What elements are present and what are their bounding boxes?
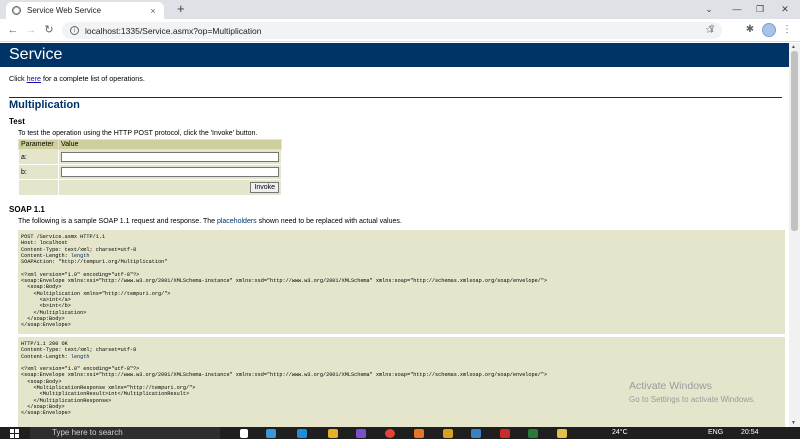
activate-windows-watermark: Activate Windows Go to Settings to activ…: [629, 380, 755, 404]
page-scrollbar[interactable]: ▲ ▼: [789, 43, 800, 427]
page-title: Service: [9, 46, 63, 63]
maximize-button[interactable]: ❐: [751, 1, 769, 17]
operations-list-link[interactable]: here: [27, 74, 41, 83]
search-placeholder: Type here to search: [52, 428, 123, 437]
column-header-value: Value: [58, 139, 282, 150]
page-banner: Service: [0, 43, 789, 67]
visual-studio-icon[interactable]: [356, 429, 366, 438]
clock-time[interactable]: 20:54: [741, 428, 759, 438]
file-explorer-icon[interactable]: [328, 429, 338, 438]
param-row-a: a:: [18, 149, 282, 165]
taskbar-app-icon[interactable]: [266, 429, 276, 438]
close-window-button[interactable]: ✕: [776, 1, 794, 17]
profile-avatar[interactable]: [762, 23, 776, 37]
tab-service-web-service[interactable]: ◯ Service Web Service ×: [6, 2, 164, 19]
menu-icon[interactable]: ⋮: [781, 24, 793, 36]
start-icon[interactable]: [10, 429, 19, 438]
windows-taskbar: Type here to search 24°C ENG 20:54: [0, 427, 800, 439]
taskbar-search-box[interactable]: Type here to search: [30, 427, 220, 439]
tab-close-icon[interactable]: ×: [148, 6, 158, 16]
taskbar-app-icon-7[interactable]: [557, 429, 567, 438]
scroll-down-icon[interactable]: ▼: [791, 420, 796, 426]
column-header-parameter: Parameter: [18, 139, 59, 150]
param-cell-a: [58, 149, 282, 165]
divider: [9, 97, 782, 98]
address-bar[interactable]: i localhost:1335/Service.asmx?op=Multipl…: [62, 22, 722, 39]
tab-search-icon[interactable]: ⌄: [700, 1, 718, 17]
response-line: </soap:Envelope>: [21, 410, 71, 417]
new-tab-button[interactable]: +: [177, 2, 185, 16]
task-view-icon[interactable]: [240, 429, 248, 438]
soap-description: The following is a sample SOAP 1.1 reque…: [18, 218, 402, 225]
browser-toolbar: ← → ↻ i localhost:1335/Service.asmx?op=M…: [0, 19, 800, 42]
taskbar-app-icon-5[interactable]: [500, 429, 510, 438]
taskbar-app-icon-2[interactable]: [414, 429, 424, 438]
table-header-row: Parameter Value: [18, 139, 282, 150]
watermark-subtitle: Go to Settings to activate Windows.: [629, 395, 756, 404]
intro-after: for a complete list of operations.: [40, 74, 145, 83]
forward-icon[interactable]: →: [24, 23, 38, 37]
url-text: localhost:1335/Service.asmx?op=Multiplic…: [85, 25, 262, 36]
intro-text: Click here for a complete list of operat…: [9, 74, 145, 83]
param-cell-b: [58, 164, 282, 180]
invoke-cell: Invoke: [58, 179, 282, 196]
share-icon[interactable]: ⇪: [706, 24, 718, 36]
soap-text-after: shown need to be replaced with actual va…: [256, 218, 402, 225]
extensions-icon[interactable]: ✱: [744, 24, 756, 36]
param-a-input[interactable]: [61, 152, 279, 162]
placeholder-value: length: [70, 252, 90, 259]
param-b-input[interactable]: [61, 167, 279, 177]
edge-icon[interactable]: [297, 429, 307, 438]
invoke-row: Invoke: [18, 179, 282, 196]
scrollbar-thumb[interactable]: [791, 51, 798, 231]
minimize-button[interactable]: —: [728, 1, 746, 17]
param-row-b: b:: [18, 164, 282, 180]
language-indicator[interactable]: ENG: [708, 428, 723, 438]
test-heading: Test: [9, 117, 25, 126]
param-label-b: b:: [18, 164, 59, 180]
tab-title: Service Web Service: [27, 6, 102, 15]
param-label-a: a:: [18, 149, 59, 165]
soap-text-before: The following is a sample SOAP 1.1 reque…: [18, 218, 217, 225]
operation-title: Multiplication: [9, 99, 80, 111]
soap-heading: SOAP 1.1: [9, 205, 45, 214]
empty-cell: [18, 179, 59, 196]
browser-window: ◯ Service Web Service × + ⌄ — ❐ ✕ ← → ↻ …: [0, 0, 800, 439]
reload-icon[interactable]: ↻: [42, 23, 56, 37]
intro-before: Click: [9, 74, 27, 83]
request-line: </soap:Envelope>: [21, 322, 71, 329]
scroll-up-icon[interactable]: ▲: [791, 44, 796, 50]
placeholder-value: length: [70, 353, 90, 360]
invoke-button[interactable]: Invoke: [250, 182, 279, 193]
back-icon[interactable]: ←: [6, 23, 20, 37]
taskbar-app-icon-6[interactable]: [528, 429, 538, 438]
tab-strip: ◯ Service Web Service × + ⌄ — ❐ ✕: [0, 0, 800, 19]
placeholders-term: placeholders: [216, 218, 257, 225]
site-info-icon[interactable]: i: [70, 26, 79, 35]
weather-text[interactable]: 24°C: [612, 428, 628, 438]
taskbar-app-icon-3[interactable]: [443, 429, 453, 438]
parameters-table: Parameter Value a: b: Invoke: [18, 139, 282, 196]
page-content: Service Click here for a complete list o…: [0, 43, 789, 427]
taskbar-app-icon-4[interactable]: [471, 429, 481, 438]
watermark-title: Activate Windows: [629, 380, 712, 392]
chrome-icon[interactable]: [385, 429, 395, 438]
soap-request-sample: POST /Service.asmx HTTP/1.1 Host: localho…: [18, 230, 785, 334]
globe-icon: ◯: [12, 6, 21, 15]
test-description: To test the operation using the HTTP POS…: [18, 130, 258, 137]
